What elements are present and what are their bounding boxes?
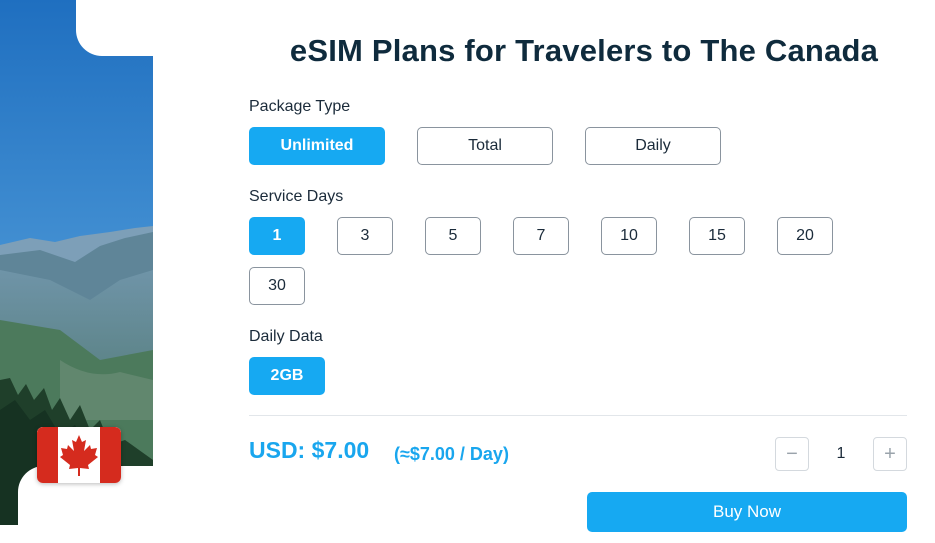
- service-day-option-10[interactable]: 10: [601, 217, 657, 255]
- price-total: USD: $7.00: [249, 437, 370, 463]
- canada-flag-icon: [37, 427, 121, 483]
- daily-data-label: Daily Data: [249, 328, 323, 345]
- hero-corner-cutout: [76, 0, 156, 56]
- service-day-option-15[interactable]: 15: [689, 217, 745, 255]
- package-option-total[interactable]: Total: [417, 127, 553, 165]
- quantity-decrement-button[interactable]: −: [775, 437, 809, 471]
- minus-icon: −: [786, 442, 798, 465]
- section-divider: [249, 415, 907, 416]
- package-option-daily[interactable]: Daily: [585, 127, 721, 165]
- service-days-label: Service Days: [249, 188, 344, 205]
- package-type-label: Package Type: [249, 98, 351, 115]
- service-day-option-5[interactable]: 5: [425, 217, 481, 255]
- daily-data-option-2gb[interactable]: 2GB: [249, 357, 325, 395]
- plus-icon: +: [884, 442, 896, 465]
- package-option-unlimited[interactable]: Unlimited: [249, 127, 385, 165]
- service-day-option-3[interactable]: 3: [337, 217, 393, 255]
- service-day-option-20[interactable]: 20: [777, 217, 833, 255]
- buy-now-button[interactable]: Buy Now: [587, 492, 907, 532]
- quantity-value[interactable]: 1: [820, 437, 862, 471]
- price-per-day: (≈$7.00 / Day): [394, 444, 509, 464]
- page-title: eSIM Plans for Travelers to The Canada: [289, 33, 879, 68]
- service-day-option-30[interactable]: 30: [249, 267, 305, 305]
- service-day-option-7[interactable]: 7: [513, 217, 569, 255]
- quantity-increment-button[interactable]: +: [873, 437, 907, 471]
- service-day-option-1[interactable]: 1: [249, 217, 305, 255]
